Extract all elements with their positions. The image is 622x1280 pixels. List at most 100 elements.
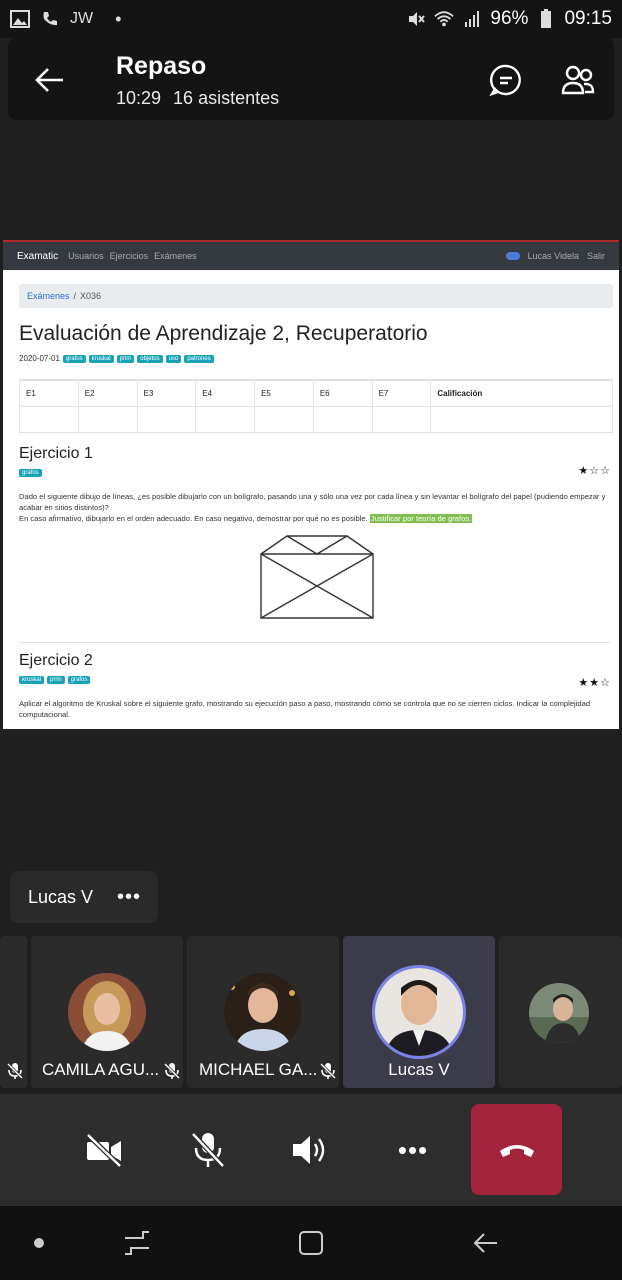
tag-badge: kruskal (19, 676, 45, 684)
notification-dot: • (115, 8, 122, 29)
breadcrumb-root: Exámenes (27, 291, 70, 301)
exercise-2-text: Aplicar el algoritmo de Kruskal sobre el… (19, 699, 591, 719)
line-drawing-figure (260, 535, 374, 619)
exercise-2-title: Ejercicio 2 (19, 652, 93, 669)
elapsed-time: 10:29 (116, 88, 162, 108)
grade-header: E3 (136, 379, 197, 407)
mic-off-icon (6, 1062, 24, 1080)
tag-badge: objetos (137, 354, 163, 363)
breadcrumb-separator: / (73, 291, 77, 301)
breadcrumb: Exámenes / X036 (19, 284, 613, 308)
web-logout: Salir (586, 251, 605, 261)
grade-table: E1 E2 E3 E4 E5 E6 E7 Calificación (19, 379, 613, 433)
exercise-1-tags: grafos (19, 468, 619, 477)
meeting-title: Repaso (116, 52, 207, 80)
web-nav-link: Exámenes (154, 251, 197, 261)
section-divider (19, 642, 611, 643)
grade-cell (77, 405, 138, 433)
grade-header: Calificación (430, 379, 613, 407)
camera-toggle-button[interactable] (76, 1122, 132, 1178)
tag-badge: kruskal (88, 354, 114, 363)
meeting-subtitle: 10:29 16 asistentes (116, 88, 279, 109)
mic-off-icon (319, 1062, 337, 1080)
mic-off-icon (163, 1062, 181, 1080)
highlighted-text: Justificar por teoría de grafos. (369, 513, 473, 523)
grade-cell (371, 405, 432, 433)
chat-button[interactable] (486, 60, 526, 100)
presenter-name: Lucas V (28, 886, 94, 907)
grade-cell (312, 405, 373, 433)
phone-icon (40, 9, 60, 29)
participant-name: CAMILA AGU... (42, 1060, 160, 1079)
grade-cell (430, 405, 613, 433)
exam-meta: 2020-07-01 grafos kruskal prim objetos u… (19, 354, 619, 363)
grade-cell (254, 405, 314, 433)
web-brand: Examatic (17, 250, 59, 262)
home-button[interactable] (296, 1228, 326, 1258)
signal-icon (462, 9, 482, 29)
participant-tile-active[interactable]: Lucas V (343, 936, 495, 1088)
exercise-2-tags: kruskal prim grafos (19, 676, 619, 684)
web-user: Lucas Videla (527, 251, 579, 261)
tag-badge: prim (47, 676, 65, 684)
participant-tile[interactable] (0, 936, 27, 1088)
people-icon (561, 65, 595, 95)
battery-icon (536, 9, 556, 29)
dot-icon (34, 1238, 44, 1248)
avatar (224, 973, 302, 1051)
tag-badge: patrones (184, 354, 214, 363)
shared-screen[interactable]: Examatic Usuarios Ejercicios Exámenes Lu… (3, 240, 619, 729)
participant-tile[interactable]: CAMILA AGU... (31, 936, 183, 1088)
grade-cell (136, 405, 197, 433)
tag-badge: grafos (67, 676, 91, 684)
avatar (372, 965, 466, 1059)
difficulty-stars: ★☆☆ (578, 465, 611, 477)
grade-header: E5 (254, 379, 314, 407)
arrow-left-icon (35, 68, 63, 92)
presenter-pill[interactable]: Lucas V ••• (10, 871, 158, 923)
speaker-button[interactable] (282, 1122, 338, 1178)
participant-name: MICHAEL GA... (199, 1060, 318, 1079)
exercise-1-line-1: Dado el siguiente dibujo de líneas, ¿es … (19, 491, 606, 512)
web-navbar: Examatic Usuarios Ejercicios Exámenes Lu… (3, 242, 619, 270)
carrier-label: JW (70, 10, 94, 27)
grade-cell (19, 405, 79, 433)
grade-header: E4 (195, 379, 256, 407)
recents-button[interactable] (122, 1228, 152, 1258)
video-off-icon (86, 1133, 122, 1168)
tag-badge: grafos (19, 468, 42, 477)
battery-percent: 96% (490, 8, 529, 29)
participants-button[interactable] (558, 60, 598, 100)
exam-date: 2020-07-01 (19, 354, 60, 363)
back-button[interactable] (30, 60, 70, 100)
exercise-1-text: Dado el siguiente dibujo de líneas, ¿es … (19, 491, 611, 524)
clock: 09:15 (564, 8, 612, 29)
mute-icon (406, 9, 426, 29)
participant-tile[interactable]: MICHAEL GA... (187, 936, 339, 1088)
participant-tile[interactable] (499, 936, 622, 1088)
exercise-1-title: Ejercicio 1 (19, 444, 93, 462)
hang-up-button[interactable] (471, 1104, 562, 1195)
hang-up-icon (499, 1144, 534, 1157)
more-actions-button[interactable]: ••• (385, 1122, 441, 1178)
mic-toggle-button[interactable] (180, 1122, 236, 1178)
grade-header: E2 (77, 379, 138, 407)
avatar (68, 973, 146, 1051)
chat-icon (489, 64, 521, 97)
difficulty-stars: ★★☆ (578, 677, 611, 689)
mic-off-icon (191, 1132, 225, 1168)
back-chevron-icon (473, 1233, 497, 1253)
speaker-icon (293, 1136, 325, 1164)
more-options-icon[interactable]: ••• (117, 886, 141, 909)
participant-name: Lucas V (388, 1060, 450, 1079)
grade-cell (195, 405, 256, 433)
exam-title: Evaluación de Aprendizaje 2, Recuperator… (19, 322, 428, 345)
system-navbar (0, 1206, 622, 1280)
grade-header: E6 (312, 379, 373, 407)
notification-badge (505, 252, 520, 260)
assistant-dot-button[interactable] (24, 1228, 54, 1258)
call-controls: ••• (0, 1094, 622, 1206)
tag-badge: grafos (62, 354, 86, 363)
system-back-button[interactable] (470, 1228, 500, 1258)
web-nav-link: Usuarios (68, 251, 104, 261)
